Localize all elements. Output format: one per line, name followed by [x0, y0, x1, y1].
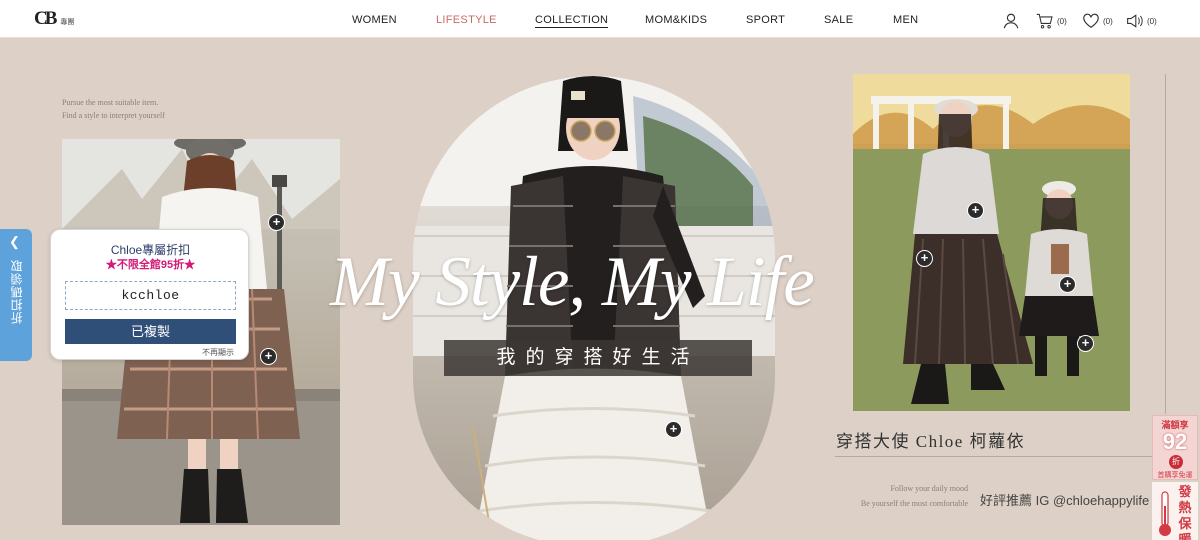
hero-tagline: Pursue the most suitable item. Find a st…: [62, 96, 165, 122]
hotspot-plus-icon[interactable]: +: [1059, 276, 1076, 293]
follow-text: Follow your daily mood Be yourself the m…: [836, 481, 968, 511]
follow-text-line-1: Follow your daily mood: [890, 484, 968, 493]
wishlist-count: (0): [1103, 16, 1113, 26]
decorative-vertical-line: [1165, 74, 1166, 414]
nav-item-sport[interactable]: SPORT: [746, 14, 785, 26]
nav-item-lifestyle[interactable]: LIFESTYLE: [436, 14, 497, 26]
promo-number: 92: [1162, 429, 1188, 454]
coupon-code[interactable]: kcchloe: [65, 281, 236, 310]
notifications-count: (0): [1147, 16, 1157, 26]
notifications-button[interactable]: (0): [1126, 12, 1157, 30]
hero-headline: My Style, My Life: [330, 243, 815, 321]
model-illustration-right: [853, 74, 1130, 411]
hero-subheadline: 我的穿搭好生活: [444, 340, 752, 376]
wishlist-button[interactable]: (0): [1082, 12, 1113, 30]
hotspot-plus-icon[interactable]: +: [665, 421, 682, 438]
site-header: CB 專團 WOMEN LIFESTYLE COLLECTION MOM&KID…: [0, 0, 1200, 38]
coupon-popup: Chloe專屬折扣 ★不限全館95折★ kcchloe 已複製 不再顯示: [50, 229, 249, 360]
cart-button[interactable]: (0): [1036, 12, 1067, 30]
nav-item-sale[interactable]: SALE: [824, 14, 853, 26]
nav-item-men[interactable]: MEN: [893, 14, 918, 26]
hotspot-plus-icon[interactable]: +: [268, 214, 285, 231]
logo[interactable]: CB 專團: [34, 8, 74, 30]
promo-badge[interactable]: 滿額享 92 折 首購享免運: [1152, 415, 1198, 480]
follow-text-line-2: Be yourself the most comfortable: [860, 499, 968, 508]
heat-promo-text: 發熱保暖: [1178, 484, 1192, 540]
user-icon: [1003, 13, 1019, 29]
speaker-icon: [1127, 14, 1143, 28]
hotspot-plus-icon[interactable]: +: [260, 348, 277, 365]
promo-bottom-text: 首購享免運: [1157, 472, 1193, 479]
page: CB 專團 WOMEN LIFESTYLE COLLECTION MOM&KID…: [0, 0, 1200, 540]
coupon-subtitle: ★不限全館95折★: [105, 259, 196, 271]
hero-tagline-line-2: Find a style to interpret yourself: [62, 111, 165, 120]
promo-tag: 折: [1169, 455, 1183, 469]
hotspot-plus-icon[interactable]: +: [916, 250, 933, 267]
hotspot-plus-icon[interactable]: +: [1077, 335, 1094, 352]
nav-item-mom-kids[interactable]: MOM&KIDS: [645, 14, 707, 26]
copied-button[interactable]: 已複製: [65, 319, 236, 344]
chevron-left-icon[interactable]: ❮: [9, 234, 20, 250]
nav-item-collection[interactable]: COLLECTION: [535, 14, 609, 28]
hero-tagline-line-1: Pursue the most suitable item.: [62, 98, 159, 107]
cart-icon: [1036, 13, 1053, 29]
logo-mark: CB: [34, 8, 57, 29]
logo-sub: 專團: [60, 19, 75, 26]
cart-count: (0): [1057, 16, 1067, 26]
nav-item-women[interactable]: WOMEN: [352, 14, 397, 26]
decorative-horizontal-line: [835, 456, 1165, 457]
coupon-tab-label: 折扣碼領取: [10, 259, 24, 324]
coupon-side-tab[interactable]: ❮ 折扣碼領取: [0, 229, 32, 361]
thermometer-icon: [1159, 491, 1171, 536]
heart-icon: [1083, 13, 1099, 28]
account-button[interactable]: [1002, 12, 1020, 30]
instagram-handle[interactable]: 好評推薦 IG @chloehappylife: [980, 490, 1149, 509]
hotspot-plus-icon[interactable]: +: [967, 202, 984, 219]
heat-promo-banner[interactable]: 發熱保暖: [1152, 482, 1198, 540]
photo-right-models[interactable]: [853, 74, 1130, 411]
ambassador-name: 穿搭大使 Chloe 柯蘿依: [836, 432, 1026, 451]
dont-show-again-link[interactable]: 不再顯示: [202, 347, 234, 358]
